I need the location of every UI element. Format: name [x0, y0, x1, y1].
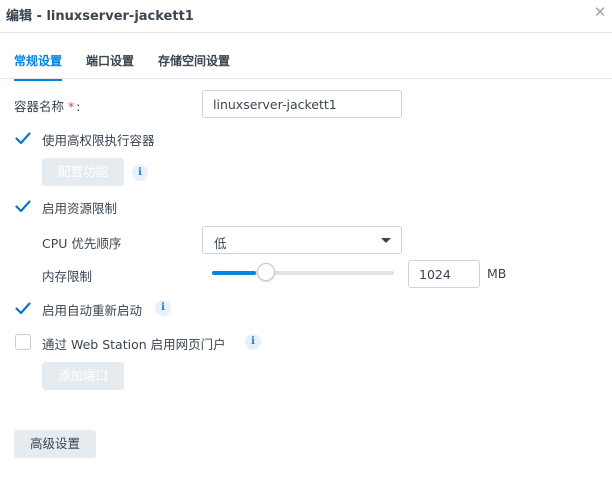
info-icon[interactable]: i	[155, 300, 171, 316]
resource-limit-label: 启用资源限制	[42, 201, 118, 216]
memory-limit-label: 内存限制	[42, 269, 93, 284]
info-icon[interactable]: i	[132, 165, 148, 181]
label-colon: :	[76, 99, 81, 114]
cpu-priority-label: CPU 优先顺序	[42, 236, 122, 251]
auto-restart-label: 启用自动重新启动	[42, 303, 143, 318]
tab-port-settings[interactable]: 端口设置	[86, 52, 134, 79]
container-name-label-text: 容器名称	[14, 99, 65, 114]
chevron-down-icon	[381, 238, 391, 243]
memory-slider-handle[interactable]	[257, 263, 275, 281]
tab-bar: 常规设置 端口设置 存储空间设置	[0, 32, 612, 81]
privileged-label: 使用高权限执行容器	[42, 133, 155, 148]
configure-capabilities-button[interactable]: 配置功能	[42, 158, 124, 186]
cpu-priority-value: 低	[214, 236, 227, 251]
resource-limit-checkbox[interactable]	[14, 197, 32, 215]
advanced-settings-button[interactable]: 高级设置	[14, 430, 96, 458]
close-icon[interactable]: ✕	[590, 2, 610, 22]
web-station-checkbox[interactable]	[15, 334, 31, 350]
cpu-priority-select[interactable]: 低	[202, 226, 402, 254]
auto-restart-checkbox[interactable]	[14, 299, 32, 317]
container-name-input[interactable]	[202, 90, 402, 118]
memory-slider[interactable]	[212, 263, 394, 281]
web-station-label: 通过 Web Station 启用网页门户	[42, 337, 226, 352]
window-titlebar: 编辑 - linuxserver-jackett1 ✕	[0, 0, 612, 33]
memory-unit-label: MB	[487, 266, 507, 281]
checkmark-icon	[15, 302, 31, 315]
privileged-checkbox[interactable]	[14, 129, 32, 147]
checkmark-icon	[15, 200, 31, 213]
window-title: 编辑 - linuxserver-jackett1	[6, 9, 194, 24]
container-name-label: 容器名称 *:	[14, 96, 80, 115]
tab-general-settings[interactable]: 常规设置	[14, 52, 63, 81]
tab-storage-settings[interactable]: 存储空间设置	[158, 52, 230, 79]
info-icon[interactable]: i	[245, 334, 261, 350]
memory-limit-input[interactable]	[408, 260, 480, 288]
add-port-button[interactable]: 添加端口	[42, 362, 124, 390]
required-mark: *	[68, 99, 75, 114]
memory-slider-fill	[212, 271, 256, 275]
checkmark-icon	[15, 132, 31, 145]
